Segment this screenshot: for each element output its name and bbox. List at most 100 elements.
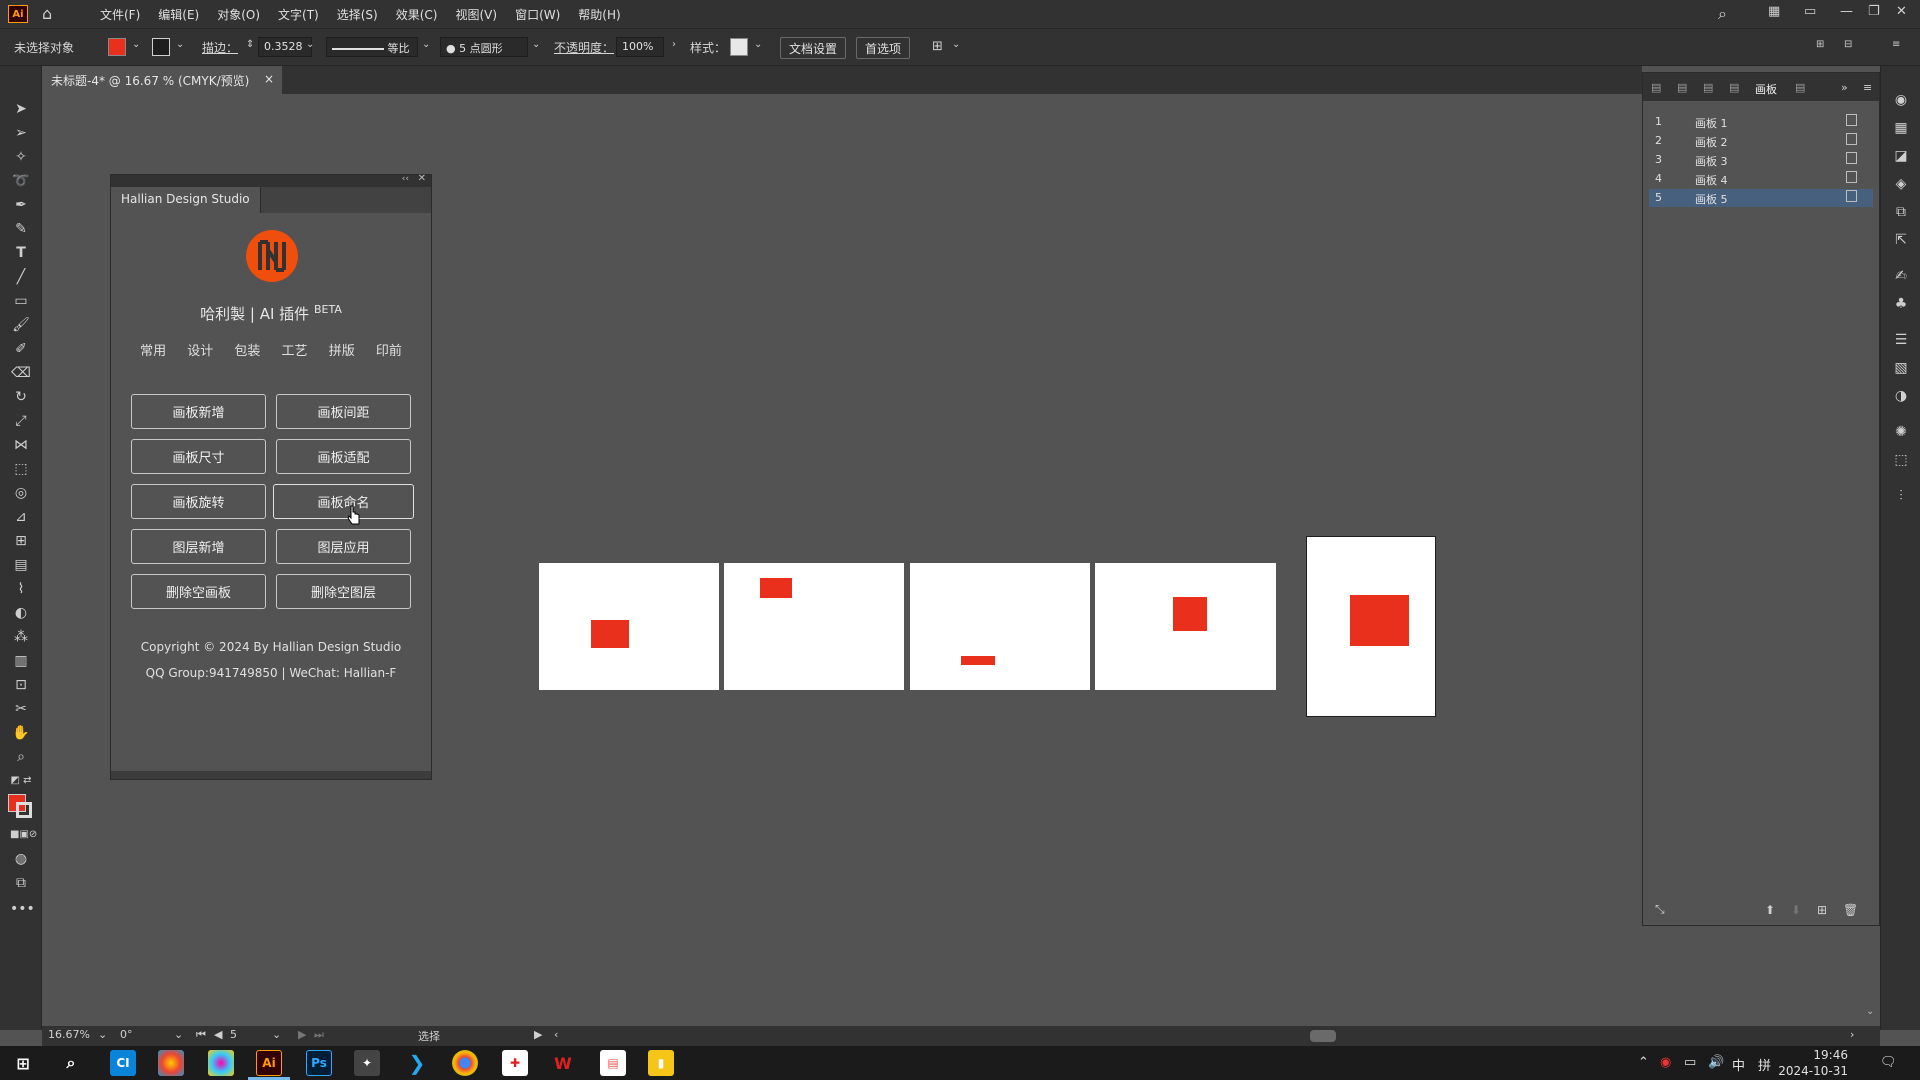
panel-header[interactable]: ‹‹ ✕ [111,173,431,187]
shape-builder-tool-icon[interactable]: ◎ [10,484,32,502]
sketch-app-icon[interactable]: ✦ [354,1050,380,1076]
close-icon[interactable]: ✕ [418,173,426,184]
first-artboard-icon[interactable]: ⏮ [196,1028,206,1042]
chevron-down-icon[interactable]: ⌄ [754,39,762,50]
artboard-row[interactable]: 3 画板 3 [1649,151,1873,169]
document-setup-button[interactable]: 文档设置 [780,37,847,59]
panel-tab[interactable]: Hallian Design Studio [111,187,261,213]
artboard-row[interactable]: 2 画板 2 [1649,132,1873,150]
red-rectangle[interactable] [1350,595,1409,646]
presentation-app-icon[interactable]: ▤ [600,1050,626,1076]
file-explorer-icon[interactable]: ▮ [648,1050,674,1076]
record-icon[interactable]: ◉ [1660,1055,1671,1070]
perspective-grid-tool-icon[interactable]: ⊿ [10,508,32,526]
close-icon[interactable]: × [264,72,274,86]
photoshop-icon[interactable]: Ps [306,1050,332,1076]
chevron-down-icon[interactable]: ⌄ [98,1028,107,1041]
menu-help[interactable]: 帮助(H) [578,6,620,23]
arrange-docs-icon[interactable]: ⊞ [1816,39,1824,50]
windows-start-icon[interactable]: ⊞ [10,1050,36,1076]
chevron-down-icon[interactable]: ⌄ [952,39,960,50]
brushes-icon[interactable]: ✍ [1893,268,1909,284]
menu-icon[interactable]: ≡ [1863,81,1872,94]
chevron-down-icon[interactable]: ⌄ [306,39,314,50]
stroke-profile-select[interactable]: 等比 [326,37,418,57]
artboard-options-icon[interactable] [1846,152,1857,164]
category-common[interactable]: 常用 [140,340,166,359]
artboard-rename-button[interactable]: 画板命名 [273,484,414,519]
more-tools-icon[interactable]: ••• [10,900,35,918]
next-artboard-icon[interactable]: ▶ [298,1028,306,1041]
artboard-spacing-button[interactable]: 画板间距 [276,394,411,429]
graphic-styles-icon[interactable]: ⬚ [1893,452,1909,468]
mesh-tool-icon[interactable]: ⊞ [10,532,32,550]
illustrator-taskbar-icon[interactable]: Ai [256,1050,282,1076]
home-icon[interactable]: ⌂ [42,6,60,22]
menu-icon[interactable]: ≡ [1892,39,1900,50]
stroke-panel-icon[interactable]: ☰ [1893,332,1909,348]
opacity-input[interactable]: 100% [616,37,664,57]
panel-tab-icon[interactable]: ▤ [1651,81,1661,94]
blob-brush-tool-icon[interactable]: ✐ [10,340,32,358]
chevron-down-icon[interactable]: ⌄ [422,39,430,50]
export-icon[interactable]: ⇱ [1893,232,1909,248]
opacity-label[interactable]: 不透明度： [554,39,614,56]
magic-wand-tool-icon[interactable]: ✧ [10,148,32,166]
pen-tool-icon[interactable]: ✒ [10,196,32,214]
panel-tab-icon[interactable]: ▤ [1703,81,1713,94]
slice-tool-icon[interactable]: ✂ [10,700,32,718]
artboard-5[interactable] [1306,536,1436,717]
menu-file[interactable]: 文件(F) [100,6,140,23]
workspace-icon[interactable]: ▦ [1768,4,1780,19]
symbols-icon[interactable]: ♣ [1893,296,1909,312]
category-craft[interactable]: 工艺 [282,340,308,359]
artboard-4[interactable] [1095,563,1276,690]
scroll-down-icon[interactable]: ⌄ [1866,1006,1874,1017]
zoom-tool-icon[interactable]: ⌕ [10,748,32,766]
chevron-down-icon[interactable]: ⌄ [272,1028,281,1041]
eraser-tool-icon[interactable]: ⌫ [10,364,32,382]
artboards-icon[interactable]: ⧉ [1893,204,1909,220]
color-guide-icon[interactable]: ◉ [1893,92,1909,108]
rectangle-tool-icon[interactable]: ▭ [10,292,32,310]
fill-swatch[interactable] [108,38,126,56]
width-tool-icon[interactable]: ⋈ [10,436,32,454]
panel-options-icon[interactable]: ⊟ [1844,39,1852,50]
stroke-width-input[interactable]: 0.3528 [258,37,312,57]
layers-icon[interactable]: ◈ [1893,176,1909,192]
style-swatch[interactable] [730,38,748,56]
red-rectangle[interactable] [760,578,792,598]
artboard-size-button[interactable]: 画板尺寸 [131,439,266,474]
drawing-mode-icon[interactable]: ◍ [10,850,32,868]
artboard-fit-button[interactable]: 画板适配 [276,439,411,474]
close-icon[interactable]: ✕ [1896,4,1907,19]
color-mode-icons[interactable]: ■▣⊘ [10,826,37,844]
stroke-color-icon[interactable] [16,802,32,818]
move-down-icon[interactable]: ⬇ [1791,903,1801,917]
new-artboard-icon[interactable]: ⊞ [1817,903,1827,917]
chevron-up-icon[interactable]: ⌃ [1638,1055,1649,1070]
search-icon[interactable]: ⌕ [1718,4,1727,24]
network-icon[interactable]: ▭ [1684,1055,1696,1070]
previous-artboard-icon[interactable]: ◀ [214,1028,222,1041]
chevron-down-icon[interactable]: ⌄ [174,1028,183,1041]
color-app-icon[interactable] [158,1050,184,1076]
system-clock[interactable]: 19:46 2024-10-31 [1778,1047,1848,1079]
arrange-icon[interactable]: ▭ [1804,4,1816,19]
appearance-icon[interactable]: ✺ [1893,424,1909,440]
brush-select[interactable]: ● 5 点圆形 [440,37,528,57]
artboard-1[interactable] [539,563,719,690]
restore-icon[interactable]: ❐ [1868,4,1880,19]
layer-apply-button[interactable]: 图层应用 [276,529,411,564]
chrome-icon[interactable] [452,1050,478,1076]
default-colors-icon[interactable]: ◩ ⇄ [10,772,32,790]
transparency-icon[interactable]: ◑ [1893,388,1909,404]
move-up-icon[interactable]: ⬆ [1765,903,1775,917]
libraries-icon[interactable]: ▦ [1893,120,1909,136]
delete-empty-layer-button[interactable]: 删除空图层 [276,574,411,609]
gradient-tool-icon[interactable]: ▤ [10,556,32,574]
type-tool-icon[interactable]: T [10,244,32,262]
artboard-options-icon[interactable] [1846,171,1857,183]
screen-mode-icon[interactable]: ⧉ [10,874,32,892]
chevron-down-icon[interactable]: ⌄ [532,39,540,50]
